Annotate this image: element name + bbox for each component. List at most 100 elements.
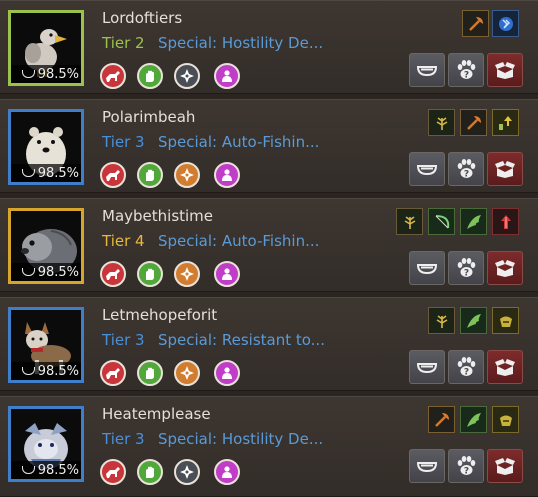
feed-button[interactable]: [409, 152, 445, 186]
command-compass-button[interactable]: [174, 261, 200, 287]
pet-tier: Tier 3: [102, 133, 145, 151]
command-toggle-button[interactable]: [214, 360, 240, 386]
svg-text:?: ?: [464, 467, 469, 477]
paw-hand-icon: [146, 268, 154, 280]
pet-tier: Tier 3: [102, 331, 145, 349]
red-arrow-skill-icon[interactable]: [492, 208, 519, 235]
compass-icon: [180, 465, 194, 479]
pet-row[interactable]: 98.5% Polarimbeah Tier 3 Special: Auto-F…: [0, 99, 538, 193]
command-gather-button[interactable]: [137, 360, 163, 386]
axe-skill-icon[interactable]: [428, 406, 455, 433]
open-box-icon: [495, 161, 515, 178]
release-button[interactable]: [487, 251, 523, 285]
pet-row[interactable]: 98.5% Letmehopeforit Tier 3 Special: Res…: [0, 297, 538, 391]
open-box-icon: [495, 458, 515, 475]
wing-skill-icon[interactable]: [460, 406, 487, 433]
command-toggle-button[interactable]: [214, 162, 240, 188]
open-box-icon: [495, 260, 515, 277]
pet-portrait[interactable]: 98.5%: [8, 406, 84, 482]
running-animal-icon: [106, 368, 120, 379]
command-gather-button[interactable]: [137, 261, 163, 287]
release-button[interactable]: [487, 53, 523, 87]
release-button[interactable]: [487, 449, 523, 483]
wing-skill-icon[interactable]: [460, 307, 487, 334]
paw-hand-icon: [146, 169, 154, 181]
paw-question-icon: ?: [457, 258, 476, 279]
command-attack-button[interactable]: [100, 162, 126, 188]
pet-special: Special: Auto-Fishin...: [158, 232, 320, 250]
person-icon: [222, 466, 232, 478]
compass-icon: [180, 267, 194, 281]
feed-button[interactable]: [409, 251, 445, 285]
paw-question-icon: ?: [457, 60, 476, 81]
command-gather-button[interactable]: [137, 162, 163, 188]
pet-portrait[interactable]: 98.5%: [8, 208, 84, 284]
command-compass-button[interactable]: [174, 459, 200, 485]
pet-info-button[interactable]: ?: [448, 152, 484, 186]
release-button[interactable]: [487, 152, 523, 186]
command-attack-button[interactable]: [100, 261, 126, 287]
hunger-indicator: 98.5%: [11, 164, 81, 182]
feed-button[interactable]: [409, 53, 445, 87]
command-toggle-button[interactable]: [214, 63, 240, 89]
pet-row[interactable]: 98.5% Lordoftiers Tier 2 Special: Hostil…: [0, 0, 538, 94]
pet-info-button[interactable]: ?: [448, 449, 484, 483]
wing-skill-icon[interactable]: [460, 208, 487, 235]
pet-portrait[interactable]: 98.5%: [8, 307, 84, 383]
pet-list: 98.5% Lordoftiers Tier 2 Special: Hostil…: [0, 0, 538, 497]
gather-up-skill-icon[interactable]: [492, 109, 519, 136]
person-icon: [222, 169, 232, 181]
food-bowl-icon: [416, 165, 438, 176]
command-toggle-button[interactable]: [214, 261, 240, 287]
paw-question-icon: ?: [457, 357, 476, 378]
blue-spark-skill-icon[interactable]: [492, 10, 519, 37]
compass-icon: [180, 69, 194, 83]
pet-name: Maybethistime: [102, 207, 214, 225]
svg-text:?: ?: [464, 170, 469, 180]
pet-special: Special: Auto-Fishin...: [158, 133, 320, 151]
pet-portrait[interactable]: 98.5%: [8, 10, 84, 86]
plant-skill-icon[interactable]: [428, 109, 455, 136]
plant-skill-icon[interactable]: [428, 307, 455, 334]
running-animal-icon: [106, 170, 120, 181]
release-button[interactable]: [487, 350, 523, 384]
pet-tier: Tier 3: [102, 430, 145, 448]
command-gather-button[interactable]: [137, 63, 163, 89]
pet-portrait[interactable]: 98.5%: [8, 109, 84, 185]
food-bowl-icon: [416, 264, 438, 275]
command-toggle-button[interactable]: [214, 459, 240, 485]
pet-row[interactable]: 98.5% Heatemplease Tier 3 Special: Hosti…: [0, 396, 538, 497]
command-compass-button[interactable]: [174, 63, 200, 89]
pet-tier: Tier 4: [102, 232, 145, 250]
plant-skill-icon[interactable]: [396, 208, 423, 235]
loot-skill-icon[interactable]: [492, 406, 519, 433]
pet-info-button[interactable]: ?: [448, 350, 484, 384]
hunger-indicator: 98.5%: [11, 263, 81, 281]
food-bowl-icon: [21, 367, 35, 375]
pet-row[interactable]: 98.5% Maybethistime Tier 4 Special: Auto…: [0, 198, 538, 292]
svg-text:?: ?: [464, 71, 469, 81]
person-icon: [222, 367, 232, 379]
pet-info-button[interactable]: ?: [448, 53, 484, 87]
bow-skill-icon[interactable]: [428, 208, 455, 235]
command-compass-button[interactable]: [174, 162, 200, 188]
paw-question-icon: ?: [457, 456, 476, 477]
feed-button[interactable]: [409, 350, 445, 384]
axe-skill-icon[interactable]: [460, 109, 487, 136]
hunger-value: 98.5%: [37, 462, 79, 478]
loot-skill-icon[interactable]: [492, 307, 519, 334]
food-bowl-icon: [416, 462, 438, 473]
food-bowl-icon: [21, 466, 35, 474]
paw-hand-icon: [146, 466, 154, 478]
feed-button[interactable]: [409, 449, 445, 483]
hunger-indicator: 98.5%: [11, 461, 81, 479]
food-bowl-icon: [21, 268, 35, 276]
command-attack-button[interactable]: [100, 63, 126, 89]
pet-name: Lordoftiers: [102, 9, 183, 27]
axe-skill-icon[interactable]: [462, 10, 489, 37]
command-attack-button[interactable]: [100, 459, 126, 485]
command-compass-button[interactable]: [174, 360, 200, 386]
pet-info-button[interactable]: ?: [448, 251, 484, 285]
command-gather-button[interactable]: [137, 459, 163, 485]
command-attack-button[interactable]: [100, 360, 126, 386]
